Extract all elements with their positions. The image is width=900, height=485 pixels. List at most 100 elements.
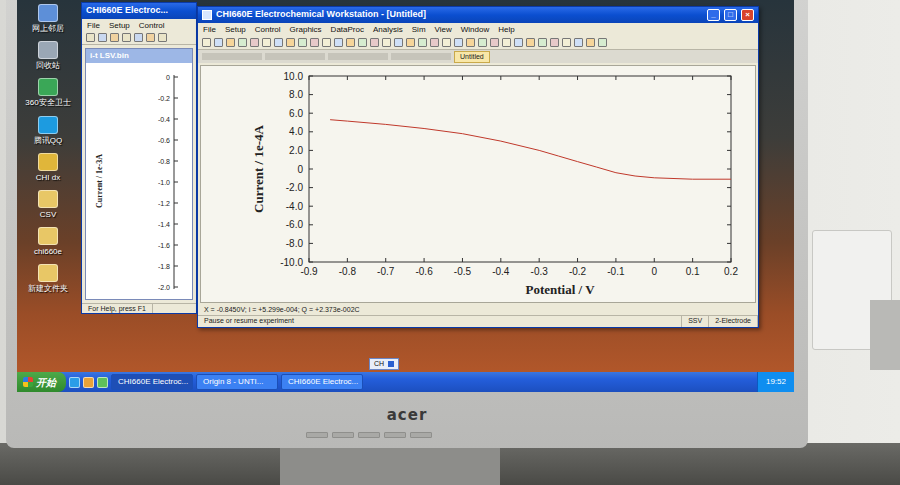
toolbar-icon[interactable] xyxy=(538,38,547,47)
toolbar-icon[interactable] xyxy=(370,38,379,47)
child-window[interactable]: i-t LSV.binCurrent / 1e-3A0-0.2-0.4-0.6-… xyxy=(85,48,193,300)
x-tick-label: -0.8 xyxy=(339,266,357,277)
main-window[interactable]: CHI660E Electrochemical Workstation - [U… xyxy=(197,6,759,328)
taskbar-button[interactable]: CHI660E Electroc... xyxy=(111,374,193,390)
desktop-icon-label: 腾讯QQ xyxy=(34,136,62,145)
keyboard-icon xyxy=(388,361,394,367)
toolbar-icon[interactable] xyxy=(478,38,487,47)
tick-mark xyxy=(174,203,178,204)
y-tick-label: 8.0 xyxy=(289,89,303,100)
toolbar-icon[interactable] xyxy=(146,33,155,42)
desktop-icon[interactable]: CSV xyxy=(19,190,77,219)
menu-item[interactable]: Window xyxy=(461,24,489,35)
toolbar-icon[interactable] xyxy=(98,33,107,42)
bezel-button[interactable] xyxy=(410,432,432,438)
toolbar-icon[interactable] xyxy=(238,38,247,47)
toolbar-icon[interactable] xyxy=(86,33,95,42)
app-icon xyxy=(38,116,58,134)
x-tick-label: -0.1 xyxy=(607,266,625,277)
quick-launch-icon[interactable] xyxy=(69,377,80,388)
menu-item[interactable]: Graphics xyxy=(290,24,322,35)
close-button[interactable]: × xyxy=(741,9,754,21)
toolbar-icon[interactable] xyxy=(298,38,307,47)
toolbar-icon[interactable] xyxy=(346,38,355,47)
toolbar-icon[interactable] xyxy=(550,38,559,47)
menu-item[interactable]: Help xyxy=(498,24,514,35)
title-bar: CHI660E Electroc... xyxy=(82,3,196,19)
toolbar-icon[interactable] xyxy=(274,38,283,47)
tick-mark xyxy=(727,168,731,169)
toolbar-icon[interactable] xyxy=(598,38,607,47)
toolbar-icon[interactable] xyxy=(226,38,235,47)
taskbar-button[interactable]: CHI660E Electroc... xyxy=(281,374,363,390)
desktop-icon[interactable]: 腾讯QQ xyxy=(19,116,77,145)
task-label: CHI660E Electroc... xyxy=(118,376,188,388)
toolbar-icon[interactable] xyxy=(418,38,427,47)
start-button[interactable]: 开始 xyxy=(17,372,66,392)
tick-mark xyxy=(500,76,501,80)
toolbar-icon[interactable] xyxy=(406,38,415,47)
toolbar-icon[interactable] xyxy=(490,38,499,47)
maximize-button[interactable]: □ xyxy=(724,9,737,21)
desktop-icon[interactable]: 360安全卫士 xyxy=(19,78,77,107)
photo: 网上邻居回收站360安全卫士腾讯QQCHI dxCSVchi660e新建文件夹C… xyxy=(0,0,900,485)
toolbar-icon[interactable] xyxy=(334,38,343,47)
toolbar-icon[interactable] xyxy=(526,38,535,47)
desktop-icon[interactable]: 新建文件夹 xyxy=(19,264,77,293)
toolbar-icon[interactable] xyxy=(310,38,319,47)
menu-item[interactable]: Control xyxy=(255,24,281,35)
minimize-button[interactable]: _ xyxy=(707,9,720,21)
status-bar: Pause or resume experimentSSV2-Electrode xyxy=(198,315,758,327)
quick-launch-icon[interactable] xyxy=(97,377,108,388)
bezel-button[interactable] xyxy=(332,432,354,438)
bezel-button[interactable] xyxy=(306,432,328,438)
toolbar-icon[interactable] xyxy=(250,38,259,47)
toolbar-icon[interactable] xyxy=(202,38,211,47)
taskbar-button[interactable]: Origin 8 - UNTI... xyxy=(196,374,278,390)
bezel-button[interactable] xyxy=(384,432,406,438)
document-tab[interactable]: Untitled xyxy=(454,51,490,63)
toolbar-icon[interactable] xyxy=(442,38,451,47)
toolbar-icon[interactable] xyxy=(158,33,167,42)
menu-item[interactable]: Setup xyxy=(225,24,246,35)
toolbar-icon[interactable] xyxy=(286,38,295,47)
toolbar-icon[interactable] xyxy=(430,38,439,47)
toolbar-icon[interactable] xyxy=(382,38,391,47)
document-tabs: Untitled xyxy=(198,50,758,63)
quick-launch-icon[interactable] xyxy=(83,377,94,388)
menu-item[interactable]: Sim xyxy=(412,24,426,35)
x-tick-label: -0.5 xyxy=(454,266,472,277)
toolbar-icon[interactable] xyxy=(454,38,463,47)
toolbar-icon[interactable] xyxy=(358,38,367,47)
toolbar-icon[interactable] xyxy=(214,38,223,47)
desktop-icon[interactable]: 网上邻居 xyxy=(19,4,77,33)
toolbar-icon[interactable] xyxy=(574,38,583,47)
menu-item[interactable]: Control xyxy=(139,20,165,30)
toolbar-icon[interactable] xyxy=(586,38,595,47)
toolbar-icon[interactable] xyxy=(466,38,475,47)
desktop-icon[interactable]: chi660e xyxy=(19,227,77,256)
back-window[interactable]: CHI660E Electroc...File Setup Control i-t L… xyxy=(81,2,197,314)
toolbar-icon[interactable] xyxy=(562,38,571,47)
menu-item[interactable]: File xyxy=(87,20,100,30)
toolbar-icon[interactable] xyxy=(322,38,331,47)
language-bar[interactable]: CH xyxy=(369,358,399,371)
desktop-icon[interactable]: 回收站 xyxy=(19,41,77,70)
desktop-icon[interactable]: CHI dx xyxy=(19,153,77,182)
menu-item[interactable]: Analysis xyxy=(373,24,403,35)
toolbar-icon[interactable] xyxy=(262,38,271,47)
toolbar-icon[interactable] xyxy=(110,33,119,42)
toolbar-icon[interactable] xyxy=(502,38,511,47)
toolbar-icon[interactable] xyxy=(394,38,403,47)
toolbar-icon[interactable] xyxy=(122,33,131,42)
menu-item[interactable]: File xyxy=(203,24,216,35)
x-tick-label: -0.9 xyxy=(300,266,318,277)
menu-item[interactable]: View xyxy=(435,24,452,35)
menu-item[interactable]: DataProc xyxy=(331,24,364,35)
toolbar-icon[interactable] xyxy=(134,33,143,42)
tick-label: -1.4 xyxy=(158,221,170,228)
tick-mark xyxy=(727,261,731,262)
toolbar-icon[interactable] xyxy=(514,38,523,47)
menu-item[interactable]: Setup xyxy=(109,20,130,30)
bezel-button[interactable] xyxy=(358,432,380,438)
